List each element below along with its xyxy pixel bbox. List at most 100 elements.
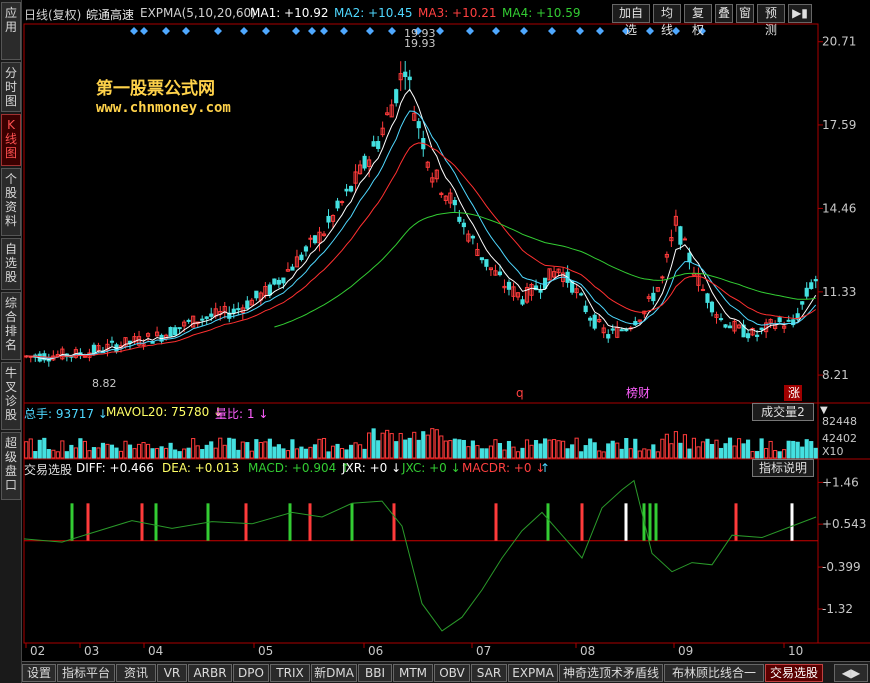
candle-body bbox=[786, 319, 791, 322]
dropdown-arrow-icon[interactable]: ▼ bbox=[820, 405, 828, 416]
candle-body bbox=[606, 334, 611, 339]
sidebar-item-watchlist[interactable]: 自选股 bbox=[1, 238, 21, 290]
candle-body bbox=[335, 200, 340, 209]
volume-bar bbox=[488, 445, 494, 459]
collapse-panel-icon[interactable]: ▶▮ bbox=[788, 4, 812, 23]
ma2-line bbox=[26, 110, 817, 359]
tab-8[interactable]: BBI bbox=[358, 664, 392, 682]
signal-diamond-icon bbox=[292, 27, 300, 35]
candle-body bbox=[687, 252, 692, 263]
macd-axis-label: +1.46 bbox=[822, 475, 859, 489]
period-label[interactable]: 日线(复权) bbox=[24, 6, 81, 23]
volume-bar bbox=[764, 448, 769, 459]
volume-bar bbox=[358, 444, 363, 459]
candle-body bbox=[209, 313, 214, 317]
tab-2[interactable]: 资讯 bbox=[116, 664, 156, 682]
tab-12[interactable]: EXPMA bbox=[508, 664, 558, 682]
volume-bar bbox=[281, 448, 286, 459]
sidebar-item-diagnosis[interactable]: 牛叉诊股 bbox=[1, 362, 21, 430]
sidebar-item-app[interactable]: 应用 bbox=[1, 2, 21, 60]
sidebar-item-kline[interactable]: K线图 bbox=[1, 114, 21, 166]
volume-bar bbox=[732, 445, 737, 459]
ma4-line bbox=[274, 211, 816, 328]
candle-body bbox=[91, 344, 97, 354]
volume-bar bbox=[367, 432, 372, 459]
indicator-help-button[interactable]: 指标说明 bbox=[752, 459, 814, 477]
month-label: 08 bbox=[580, 644, 595, 658]
volume-bar bbox=[330, 445, 336, 459]
tab-3[interactable]: VR bbox=[157, 664, 187, 682]
tab-9[interactable]: MTM bbox=[393, 664, 433, 682]
tab-0[interactable]: 设置 bbox=[22, 664, 56, 682]
tab-4[interactable]: ARBR bbox=[188, 664, 232, 682]
add-watchlist-button[interactable]: 加自选 bbox=[612, 4, 650, 37]
tab-7[interactable]: 新DMA bbox=[311, 664, 357, 682]
forecast-button[interactable]: 预测 bbox=[757, 4, 785, 37]
volume-bar bbox=[800, 446, 805, 459]
volume-bar bbox=[91, 447, 97, 459]
volume-bar bbox=[177, 451, 182, 459]
volume-bar bbox=[520, 447, 525, 459]
volume-bar bbox=[461, 439, 466, 459]
volume-bar bbox=[691, 437, 697, 459]
volume-bar bbox=[200, 449, 205, 459]
volume-bar bbox=[42, 437, 47, 459]
signal-diamond-icon bbox=[366, 27, 374, 35]
volume-bar bbox=[782, 449, 787, 459]
candle-body bbox=[678, 226, 683, 245]
volume-bar bbox=[28, 438, 33, 459]
tab-1[interactable]: 指标平台 bbox=[57, 664, 115, 682]
tab-11[interactable]: SAR bbox=[471, 664, 507, 682]
volume-bar bbox=[705, 438, 710, 459]
volume-bar bbox=[583, 445, 588, 459]
signal-diamond-icon bbox=[140, 27, 148, 35]
tab-13[interactable]: 神奇选顶术矛盾线 bbox=[559, 664, 663, 682]
volume-bar bbox=[651, 444, 656, 459]
volume-bar bbox=[475, 445, 480, 459]
volume-bar bbox=[493, 439, 498, 459]
volume-bar bbox=[150, 448, 155, 459]
tab-10[interactable]: OBV bbox=[434, 664, 470, 682]
sidebar-item-stock-profile[interactable]: 个股资料 bbox=[1, 168, 21, 236]
volume-indicator-dropdown[interactable]: 成交量2 bbox=[752, 403, 814, 421]
moving-average-button[interactable]: 均线 bbox=[653, 4, 681, 37]
volume-bar bbox=[687, 448, 692, 459]
sidebar-item-timeshare[interactable]: 分时图 bbox=[1, 62, 21, 112]
volume-bar bbox=[398, 432, 403, 459]
volume-bar bbox=[348, 444, 354, 459]
tab-15[interactable]: 交易选股 bbox=[765, 664, 823, 682]
tab-14[interactable]: 布林顾比线合一 bbox=[664, 664, 764, 682]
volume-bar bbox=[109, 444, 115, 459]
candle-body bbox=[290, 266, 295, 271]
candle-body bbox=[484, 259, 489, 267]
volume-bar bbox=[601, 451, 606, 459]
window-button[interactable]: 窗 bbox=[736, 4, 754, 23]
high-price-label-2: 19.93 bbox=[404, 37, 436, 50]
candle-body bbox=[457, 216, 462, 222]
tab-6[interactable]: TRIX bbox=[270, 664, 310, 682]
volume-bar bbox=[51, 449, 56, 459]
adjust-price-button[interactable]: 复权 bbox=[684, 4, 712, 37]
ma3-value: MA3: +10.21 bbox=[418, 6, 497, 20]
tab-scroll-arrows-icon[interactable]: ◀▶ bbox=[834, 664, 868, 682]
volume-bar bbox=[741, 443, 746, 459]
volume-bar bbox=[809, 441, 814, 459]
volume-bar bbox=[723, 443, 728, 459]
volume-bar bbox=[430, 428, 435, 459]
sidebar-item-ranking[interactable]: 综合排名 bbox=[1, 292, 21, 360]
macd-value: MACD: +0.904 ↑ bbox=[248, 461, 351, 475]
volume-bar bbox=[416, 439, 421, 459]
volume-bar bbox=[700, 441, 706, 459]
candle-body bbox=[479, 257, 484, 261]
tab-5[interactable]: DPO bbox=[233, 664, 269, 682]
volume-bar bbox=[294, 448, 300, 459]
sub-indicator-name[interactable]: 交易选股 bbox=[24, 461, 72, 478]
sidebar-item-super-panel[interactable]: 超级盘口 bbox=[1, 432, 21, 500]
candle-body bbox=[800, 301, 805, 305]
volume-bar bbox=[380, 432, 385, 459]
candle-body bbox=[267, 284, 272, 296]
ma1-value: MA1: +10.92 bbox=[250, 6, 329, 20]
candle-body bbox=[804, 287, 809, 297]
candle-body bbox=[709, 301, 715, 313]
overlay-button[interactable]: 叠 bbox=[715, 4, 733, 23]
